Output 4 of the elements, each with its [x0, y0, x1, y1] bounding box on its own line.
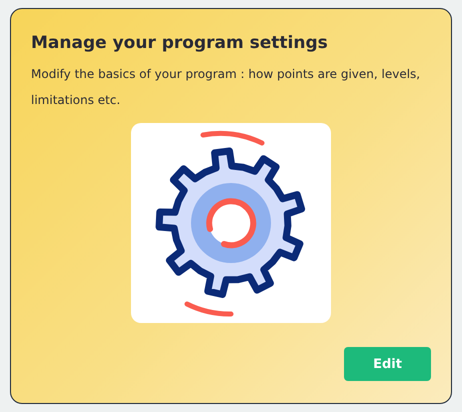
card-title: Manage your program settings: [31, 33, 329, 53]
edit-button[interactable]: Edit: [344, 347, 431, 381]
gear-icon: [156, 131, 306, 316]
card-description: Modify the basics of your program : how points are given, levels, limitations etc.: [31, 66, 422, 109]
